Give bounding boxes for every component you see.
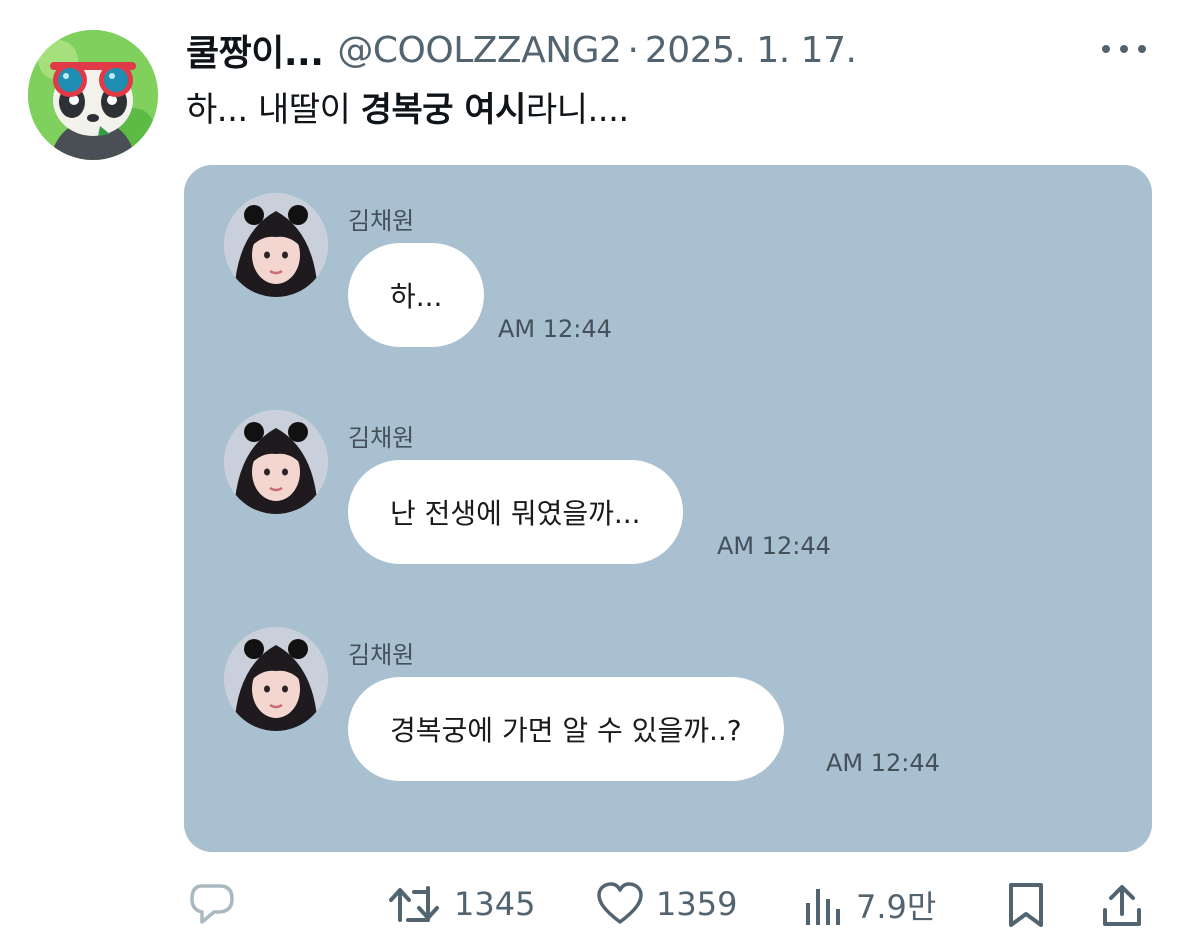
tweet-text-part: 라니.... [525,90,629,130]
girl-portrait-icon [224,627,328,731]
separator-dot: · [627,29,639,71]
retweet-icon [389,886,439,922]
share-icon [1103,885,1141,926]
bookmark-button[interactable] [1006,882,1046,928]
chat-timestamp: AM 12:44 [717,532,831,560]
tweet-text-bold: 경복궁 여시 [360,90,527,130]
chat-avatar [224,627,328,731]
user-handle[interactable]: @COOLZZANG2 [337,30,622,71]
chat-bubble: 하... [348,243,485,347]
chat-bubble: 경복궁에 가면 알 수 있을까..? [348,677,784,781]
chat-sender-name: 김채원 [348,641,415,669]
tweet-text: 하... 내딸이 경복궁 여시라니.... [186,82,629,131]
girl-portrait-icon [224,410,328,514]
tweet-header: 쿨짱이... @COOLZZANG2 · 2025. 1. 17. [186,24,857,76]
retweet-count: 1345 [454,885,536,923]
chat-timestamp: AM 12:44 [498,315,612,343]
avatar[interactable] [28,30,158,160]
chat-bubble: 난 전생에 뭐였을까... [348,460,683,564]
reply-button[interactable] [188,882,236,926]
display-name[interactable]: 쿨짱이... [186,24,324,76]
bookmark-icon [1009,883,1043,927]
retweet-button[interactable]: 1345 [388,882,535,926]
panda-avatar-icon [28,30,158,160]
chat-message: 김채원 경복궁에 가면 알 수 있을까..? AM 12:44 [184,599,1152,799]
like-button[interactable]: 1359 [596,882,737,926]
chat-message: 김채원 난 전생에 뭐였을까... AM 12:44 [184,382,1152,582]
chat-avatar [224,193,328,297]
tweet-media-image[interactable]: 김채원 하... AM 12:44 김채원 난 전생에 뭐였을까... AM 1… [184,165,1152,852]
heart-icon [597,882,643,924]
chat-sender-name: 김채원 [348,207,415,235]
chat-message: 김채원 하... AM 12:44 [184,165,1152,365]
share-button[interactable] [1100,882,1144,928]
more-options-icon[interactable] [1102,36,1146,62]
tweet-action-bar: 1345 1359 7.9만 [0,870,1179,940]
like-count: 1359 [656,885,738,923]
tweet-text-part: 하... 내딸이 [186,90,361,130]
views-icon [806,889,840,925]
reply-icon [190,884,234,924]
tweet-date[interactable]: 2025. 1. 17. [645,30,857,71]
girl-portrait-icon [224,193,328,297]
chat-timestamp: AM 12:44 [826,749,940,777]
chat-avatar [224,410,328,514]
chat-sender-name: 김채원 [348,424,415,452]
views-button[interactable]: 7.9만 [800,882,936,928]
view-count: 7.9만 [856,888,937,926]
